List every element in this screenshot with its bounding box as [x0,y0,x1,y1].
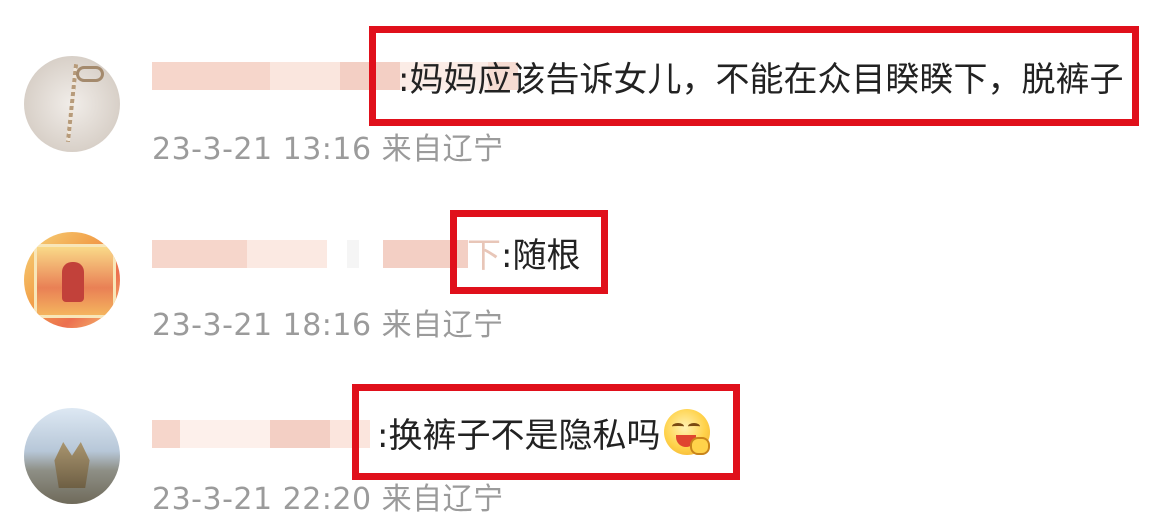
avatar[interactable] [24,408,120,504]
figure-image [62,262,84,302]
comment-text: :换裤子不是隐私吗 [377,415,661,456]
building-image [54,442,90,488]
highlight-box: 下 :随根 [450,210,608,294]
username-trail: 下 [467,235,501,276]
ring-image [76,66,104,82]
comment-text: :随根 [501,235,581,276]
highlight-box: :换裤子不是隐私吗 [352,384,740,480]
timestamp: 23-3-21 22:20 来自辽宁 [152,482,504,517]
highlight-box: :妈妈应该告诉女儿，不能在众目睽睽下，脱裤子 [369,26,1139,126]
avatar[interactable] [24,232,120,328]
timestamp: 23-3-21 13:16 来自辽宁 [152,132,504,167]
timestamp: 23-3-21 18:16 来自辽宁 [152,308,504,343]
username-blurred[interactable] [152,240,468,268]
username-blurred[interactable] [152,420,370,448]
comment-text: :妈妈应该告诉女儿，不能在众目睽睽下，脱裤子 [398,59,1124,100]
avatar[interactable] [24,56,120,152]
grinning-emoji-icon [664,409,711,455]
